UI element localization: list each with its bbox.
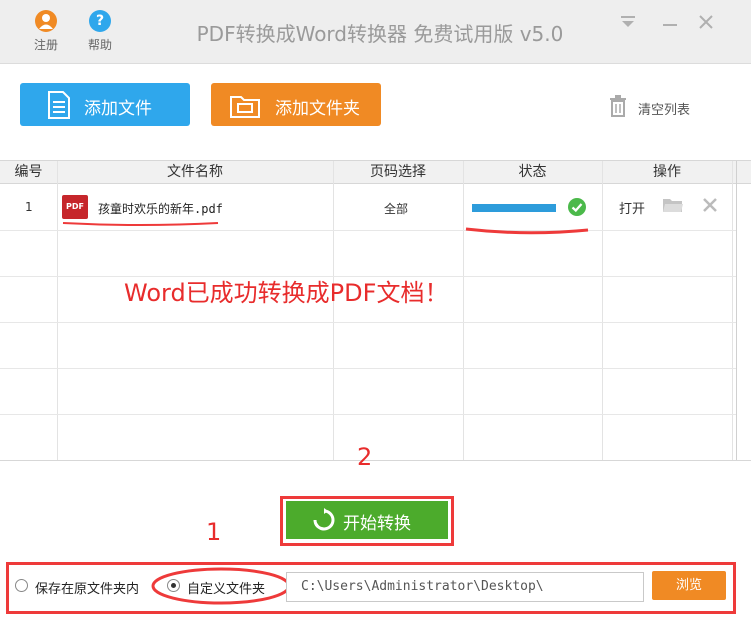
browse-button[interactable]: 浏览: [652, 571, 726, 600]
start-convert-label: 开始转换: [343, 514, 411, 534]
custom-folder-radio[interactable]: [167, 579, 180, 592]
success-message: Word已成功转换成PDF文档！: [124, 279, 449, 307]
refresh-icon: [312, 508, 336, 537]
output-path-input[interactable]: C:\Users\Administrator\Desktop\: [286, 572, 644, 602]
start-convert-button[interactable]: 开始转换: [286, 501, 448, 539]
save-original-radio[interactable]: [15, 579, 28, 592]
save-original-label[interactable]: 保存在原文件夹内: [35, 578, 139, 597]
custom-folder-label[interactable]: 自定义文件夹: [187, 578, 265, 597]
annotation-number: 1: [206, 518, 222, 546]
annotation-number: 2: [357, 443, 373, 471]
